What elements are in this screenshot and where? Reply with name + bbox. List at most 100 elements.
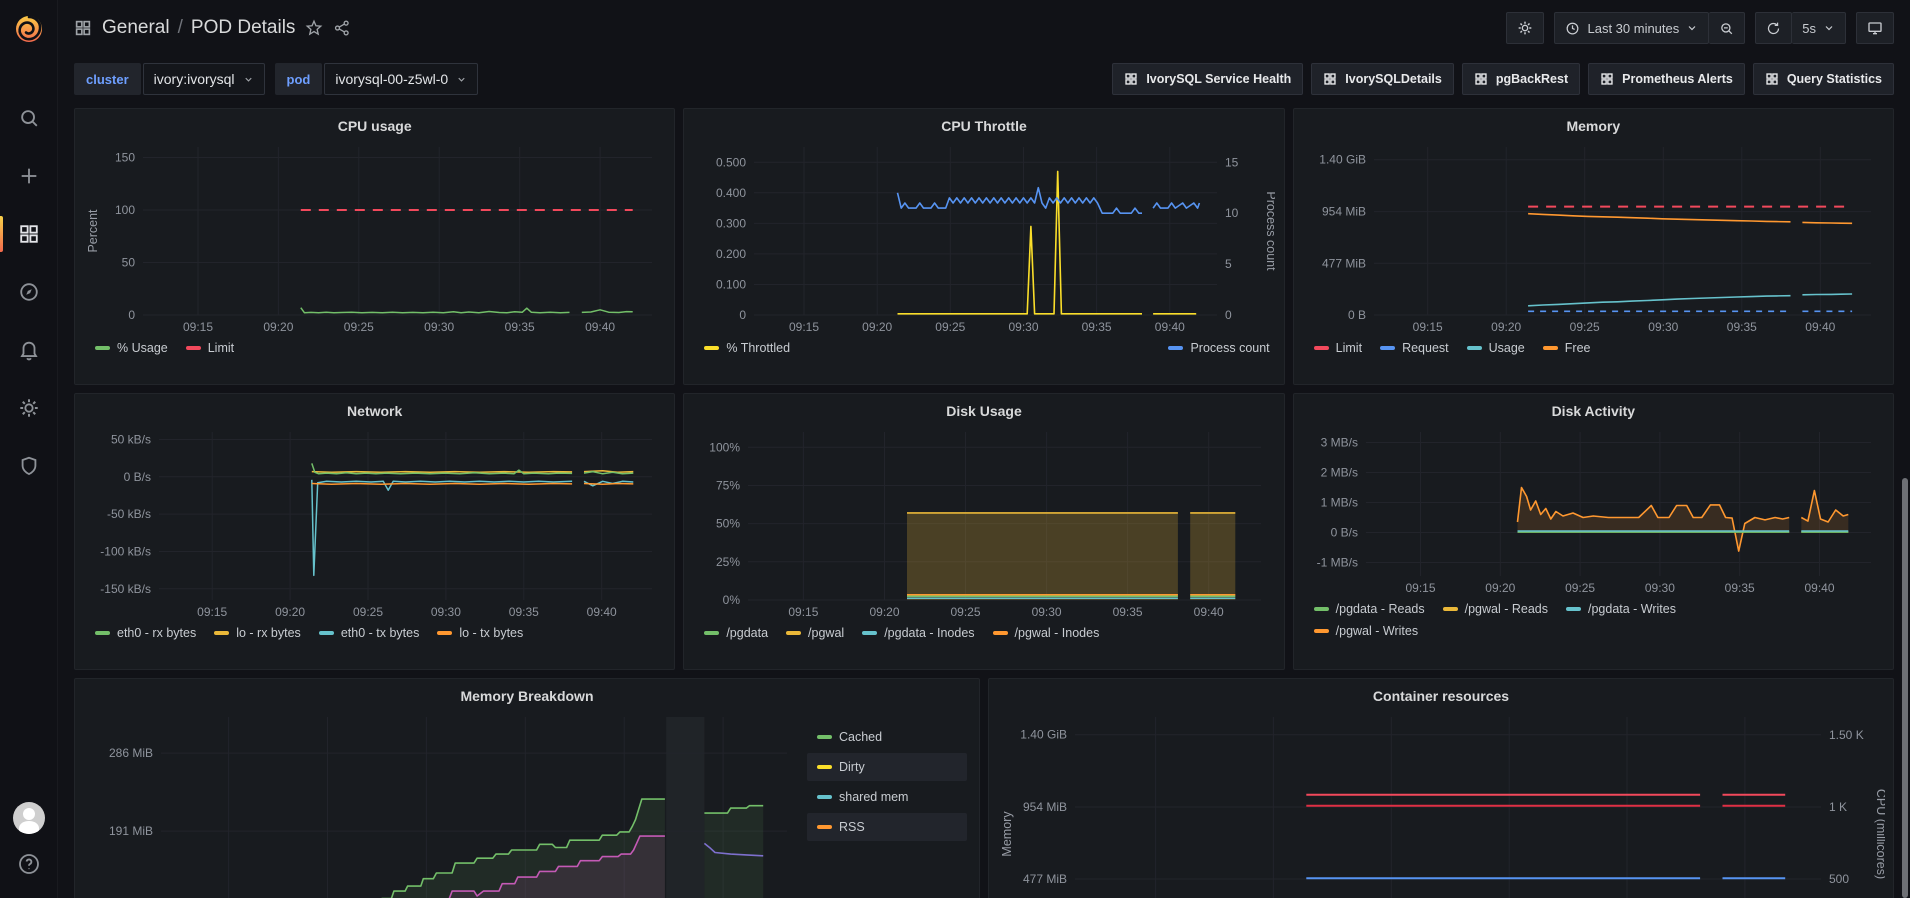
legend-item[interactable]: /pgdata - Inodes [862, 624, 974, 642]
chevron-down-icon [456, 74, 467, 85]
link-label: IvorySQL Service Health [1146, 72, 1291, 86]
svg-text:CPU (millicores): CPU (millicores) [1874, 789, 1885, 879]
legend-item[interactable]: Request [1380, 339, 1449, 357]
sidebar-item-create[interactable] [0, 152, 57, 200]
gear-icon [18, 397, 40, 419]
legend-item[interactable]: Limit [1314, 339, 1362, 357]
cpu-throttle-chart: 00.1000.2000.3000.4000.50009:1509:2009:2… [692, 139, 1275, 335]
legend-label: % Throttled [726, 339, 790, 357]
panel-title[interactable]: Disk Activity [1302, 400, 1885, 424]
dashboard-link-ivorysqldetails[interactable]: IvorySQLDetails [1311, 63, 1454, 95]
dashboard-link-query-statistics[interactable]: Query Statistics [1753, 63, 1894, 95]
legend-item[interactable]: eth0 - rx bytes [95, 624, 196, 642]
panel-title[interactable]: Disk Usage [692, 400, 1275, 424]
legend-item[interactable]: shared mem [807, 783, 967, 811]
legend-swatch [95, 631, 110, 635]
svg-text:50 kB/s: 50 kB/s [111, 433, 151, 447]
legend-item[interactable]: Process count [1168, 339, 1269, 357]
svg-text:09:15: 09:15 [1412, 320, 1442, 334]
legend-item[interactable]: Limit [186, 339, 234, 357]
legend-item[interactable]: /pgdata - Writes [1566, 600, 1676, 618]
dashboard-links: IvorySQL Service Health IvorySQLDetails … [1112, 63, 1894, 95]
link-label: Prometheus Alerts [1622, 72, 1733, 86]
legend-label: Limit [1336, 339, 1362, 357]
breadcrumb-section[interactable]: General [102, 17, 170, 39]
time-range-button[interactable]: Last 30 minutes [1554, 12, 1709, 44]
svg-text:09:15: 09:15 [197, 605, 227, 619]
grafana-logo-icon[interactable] [0, 0, 58, 58]
legend-item[interactable]: /pgwal - Reads [1443, 600, 1548, 618]
legend-swatch [1543, 346, 1558, 350]
network-svg: 50 kB/s0 B/s-50 kB/s-100 kB/s-150 kB/s09… [83, 424, 666, 620]
star-icon[interactable] [305, 19, 323, 37]
svg-text:09:15: 09:15 [1405, 581, 1435, 595]
sidebar-item-alerting[interactable] [0, 326, 57, 374]
svg-text:10: 10 [1225, 206, 1239, 220]
legend-item[interactable]: /pgwal - Writes [1314, 622, 1418, 640]
panel-title[interactable]: Container resources [997, 685, 1885, 709]
link-label: pgBackRest [1496, 72, 1568, 86]
svg-text:09:25: 09:25 [951, 605, 981, 619]
kiosk-mode-button[interactable] [1856, 12, 1894, 44]
sidebar-item-explore[interactable] [0, 268, 57, 316]
legend-item[interactable]: /pgwal [786, 624, 844, 642]
legend-item[interactable]: Free [1543, 339, 1591, 357]
svg-text:-50 kB/s: -50 kB/s [107, 507, 151, 521]
dashboard-link-ivorysql-service-health[interactable]: IvorySQL Service Health [1112, 63, 1303, 95]
svg-text:-1 MB/s: -1 MB/s [1316, 556, 1357, 570]
legend-swatch [1380, 346, 1395, 350]
svg-text:09:40: 09:40 [587, 605, 617, 619]
legend-item[interactable]: lo - tx bytes [437, 624, 523, 642]
dashboards-grid-icon [1600, 72, 1614, 86]
dashboard-link-prometheus-alerts[interactable]: Prometheus Alerts [1588, 63, 1745, 95]
legend-label: /pgdata - Reads [1336, 600, 1425, 618]
svg-text:0%: 0% [723, 593, 741, 607]
svg-text:50%: 50% [716, 517, 740, 531]
svg-text:09:20: 09:20 [863, 320, 893, 334]
legend-item[interactable]: Cached [807, 723, 967, 751]
legend-item[interactable]: % Usage [95, 339, 168, 357]
variable-pod-select[interactable]: ivorysql-00-z5wl-0 [324, 63, 478, 95]
panel-disk-usage: Disk Usage 0%25%50%75%100%09:1509:2009:2… [683, 393, 1284, 670]
svg-text:09:40: 09:40 [1155, 320, 1185, 334]
sidebar-item-dashboards[interactable] [0, 210, 57, 258]
sidebar-item-configuration[interactable] [0, 384, 57, 432]
page-header: General / POD Details Las [74, 0, 1894, 56]
panel-title[interactable]: Network [83, 400, 666, 424]
network-chart: 50 kB/s0 B/s-50 kB/s-100 kB/s-150 kB/s09… [83, 424, 666, 620]
legend-item[interactable]: Usage [1467, 339, 1525, 357]
row-1: CPU usage 05010015009:1509:2009:2509:300… [74, 108, 1894, 385]
legend-item[interactable]: /pgdata - Reads [1314, 600, 1425, 618]
variable-cluster-select[interactable]: ivory:ivorysql [143, 63, 265, 95]
sidebar-item-server-admin[interactable] [0, 442, 57, 490]
legend-item[interactable]: eth0 - tx bytes [319, 624, 420, 642]
refresh-button[interactable] [1755, 12, 1792, 44]
chevron-down-icon [1686, 22, 1698, 34]
zoom-out-button[interactable] [1709, 12, 1745, 44]
row-2: Network 50 kB/s0 B/s-50 kB/s-100 kB/s-15… [74, 393, 1894, 670]
refresh-interval-button[interactable]: 5s [1792, 12, 1846, 44]
panel-disk-activity: Disk Activity 3 MB/s2 MB/s1 MB/s0 B/s-1 … [1293, 393, 1894, 670]
legend-item[interactable]: lo - rx bytes [214, 624, 301, 642]
sidebar-nav [0, 94, 57, 490]
legend-item[interactable]: % Throttled [704, 339, 790, 357]
legend-swatch [1314, 607, 1329, 611]
scrollbar-thumb[interactable] [1902, 478, 1908, 898]
user-avatar[interactable] [13, 802, 45, 834]
panel-title[interactable]: Memory Breakdown [83, 685, 971, 709]
page-title[interactable]: POD Details [191, 17, 296, 39]
legend-item[interactable]: /pgwal - Inodes [993, 624, 1100, 642]
legend-item[interactable]: RSS [807, 813, 967, 841]
dashboard-settings-button[interactable] [1506, 12, 1544, 44]
panel-title[interactable]: CPU usage [83, 115, 666, 139]
sidebar-item-search[interactable] [0, 94, 57, 142]
legend-item[interactable]: Dirty [807, 753, 967, 781]
panel-cpu-usage: CPU usage 05010015009:1509:2009:2509:300… [74, 108, 675, 385]
panel-title[interactable]: CPU Throttle [692, 115, 1275, 139]
legend-label: eth0 - rx bytes [117, 624, 196, 642]
panel-title[interactable]: Memory [1302, 115, 1885, 139]
sidebar-item-help[interactable] [13, 852, 45, 876]
dashboard-link-pgbackrest[interactable]: pgBackRest [1462, 63, 1580, 95]
share-icon[interactable] [333, 19, 351, 37]
legend-item[interactable]: /pgdata [704, 624, 768, 642]
